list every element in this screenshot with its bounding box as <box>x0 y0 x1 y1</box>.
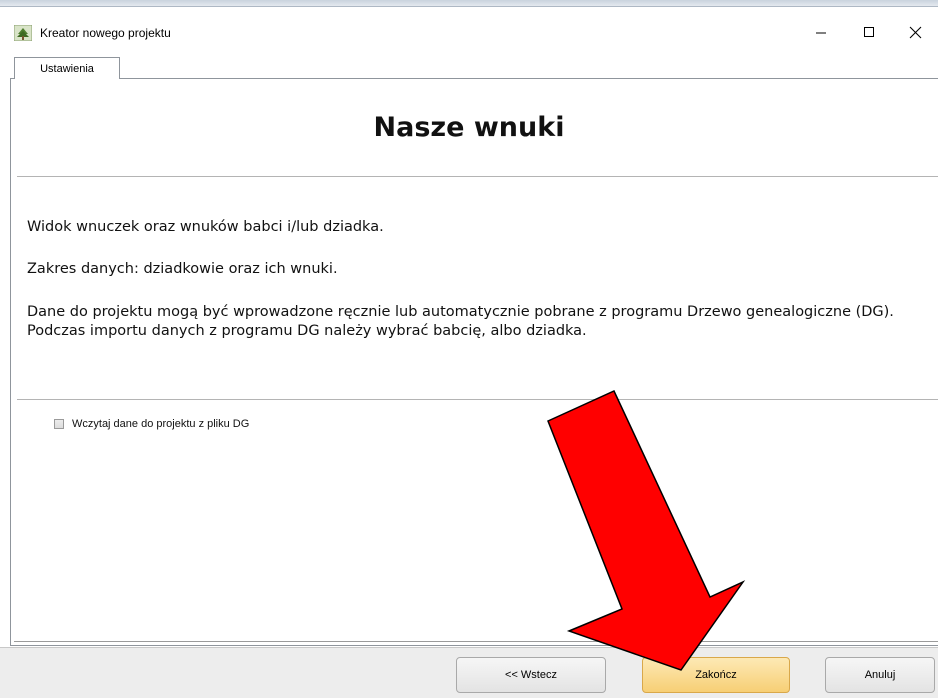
close-button[interactable] <box>892 15 938 49</box>
divider-bottom <box>14 641 938 642</box>
description-import: Dane do projektu mogą być wprowadzone rę… <box>27 304 894 339</box>
finish-button[interactable]: Zakończ <box>642 657 790 693</box>
divider-top <box>17 176 938 177</box>
back-button[interactable]: << Wstecz <box>456 657 606 693</box>
cancel-button[interactable]: Anuluj <box>825 657 935 693</box>
window-title: Kreator nowego projektu <box>40 26 171 40</box>
load-dg-label: Wczytaj dane do projektu z pliku DG <box>72 418 250 430</box>
page-title: Nasze wnuki <box>373 112 565 143</box>
load-dg-checkbox[interactable] <box>54 419 64 429</box>
divider-middle <box>17 399 938 400</box>
tree-icon <box>13 24 33 42</box>
minimize-icon <box>816 32 826 34</box>
maximize-icon <box>864 27 874 37</box>
background-window-strip <box>0 0 938 7</box>
settings-panel <box>10 78 938 646</box>
description-view: Widok wnuczek oraz wnuków babci i/lub dz… <box>27 219 384 235</box>
minimize-button[interactable] <box>798 15 844 49</box>
load-dg-option[interactable]: Wczytaj dane do projektu z pliku DG <box>54 418 249 430</box>
title-bar: Kreator nowego projektu <box>0 7 938 51</box>
tab-settings[interactable]: Ustawienia <box>14 57 120 79</box>
close-icon <box>909 26 921 38</box>
maximize-button[interactable] <box>846 15 892 49</box>
description-scope: Zakres danych: dziadkowie oraz ich wnuki… <box>27 261 338 277</box>
